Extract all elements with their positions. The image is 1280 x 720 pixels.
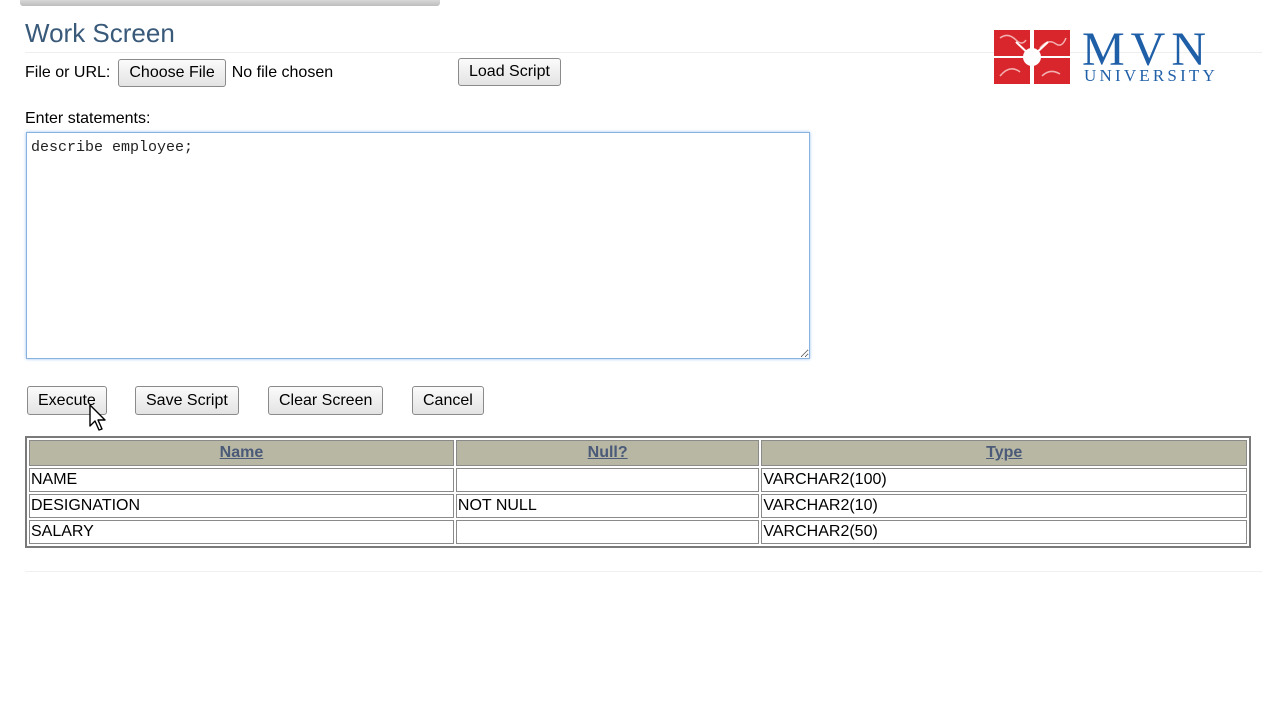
cancel-button[interactable]: Cancel — [412, 386, 484, 415]
cell-type: VARCHAR2(100) — [761, 468, 1247, 492]
browser-top-strip — [20, 0, 440, 6]
cell-null — [455, 520, 760, 544]
file-status-text: No file chosen — [231, 64, 334, 81]
bottom-divider — [25, 571, 1262, 572]
cell-type: VARCHAR2(50) — [761, 520, 1247, 544]
mouse-pointer-icon — [89, 404, 106, 431]
university-logo: MVN UNIVERSITY — [994, 23, 1256, 88]
table-row: DESIGNATION NOT NULL VARCHAR2(10) — [29, 494, 1247, 518]
cell-name: DESIGNATION — [29, 494, 454, 518]
choose-file-button[interactable]: Choose File — [118, 59, 226, 87]
save-script-button[interactable]: Save Script — [135, 386, 239, 415]
cell-null — [455, 468, 760, 492]
column-header-type: Type — [761, 440, 1247, 466]
clear-screen-button[interactable]: Clear Screen — [268, 386, 384, 415]
cell-type: VARCHAR2(10) — [761, 494, 1247, 518]
page-title: Work Screen — [25, 18, 175, 48]
cell-name: NAME — [29, 468, 454, 492]
file-url-label: File or URL: — [25, 64, 111, 81]
column-header-name: Name — [29, 440, 454, 466]
cell-null: NOT NULL — [455, 494, 760, 518]
logo-emblem-icon — [994, 30, 1070, 84]
table-row: SALARY VARCHAR2(50) — [29, 520, 1247, 544]
cell-name: SALARY — [29, 520, 454, 544]
statements-editor[interactable]: describe employee; — [26, 132, 810, 359]
load-script-button[interactable]: Load Script — [458, 58, 561, 86]
table-row: NAME VARCHAR2(100) — [29, 468, 1247, 492]
statements-label: Enter statements: — [25, 110, 151, 127]
logo-subtitle: UNIVERSITY — [1084, 66, 1218, 85]
table-header-row: Name Null? Type — [29, 440, 1247, 466]
file-picker-row: File or URL: Choose File No file chosen — [25, 59, 334, 87]
column-header-null: Null? — [455, 440, 760, 466]
describe-results-table: Name Null? Type NAME VARCHAR2(100) DESIG… — [25, 436, 1251, 548]
